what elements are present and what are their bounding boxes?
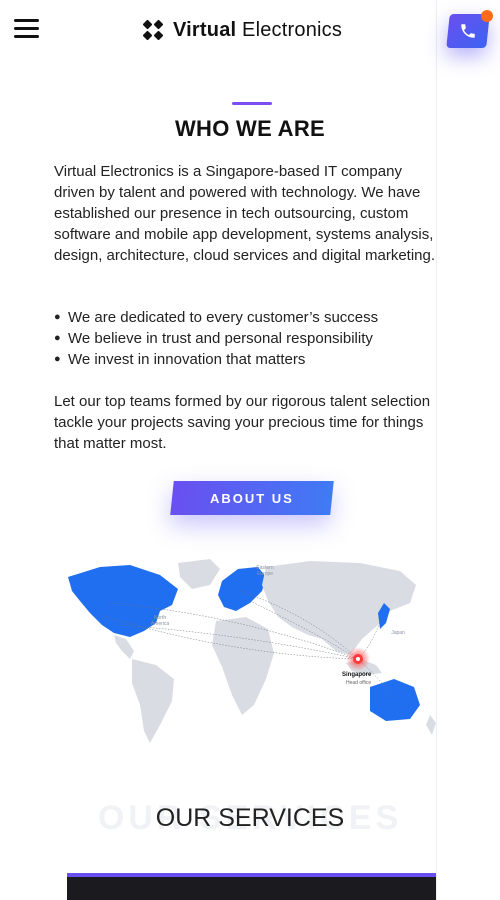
world-map xyxy=(68,559,436,743)
about-us-button-label: ABOUT US xyxy=(210,490,294,506)
region-label: North America xyxy=(150,615,170,627)
menu-line xyxy=(14,19,39,22)
region-label: Eastern Europe xyxy=(256,565,274,577)
values-list: We are dedicated to every customer’s suc… xyxy=(54,307,434,370)
africa-shape xyxy=(212,617,274,715)
intro-paragraph: Virtual Electronics is a Singapore-based… xyxy=(54,163,436,264)
section-accent-line xyxy=(232,102,272,105)
notification-dot xyxy=(481,10,493,22)
phone-icon xyxy=(461,24,475,38)
hq-label: Singapore xyxy=(342,672,372,678)
list-item: We invest in innovation that matters xyxy=(54,349,434,370)
menu-line xyxy=(14,35,39,38)
about-us-button[interactable]: ABOUT US xyxy=(170,481,334,515)
list-item: We believe in trust and personal respons… xyxy=(54,328,434,349)
hq-sublabel: Head office xyxy=(346,680,372,686)
logo-icon xyxy=(142,19,164,41)
central-america-shape xyxy=(114,635,134,659)
greenland-shape xyxy=(178,559,220,589)
australia-shape xyxy=(370,679,420,721)
services-title: OUR SERVICES xyxy=(155,804,345,832)
brand-name-light: Electronics xyxy=(242,18,343,41)
south-america-shape xyxy=(132,659,174,743)
brand-name: Virtual Electronics xyxy=(173,19,342,42)
brand-logo[interactable]: Virtual Electronics xyxy=(142,16,342,44)
closing-paragraph: Let our top teams formed by our rigorous… xyxy=(54,393,431,452)
asia-shape xyxy=(262,561,416,655)
services-panel xyxy=(67,873,436,900)
region-label: Japan xyxy=(391,630,405,636)
section-title: WHO WE ARE xyxy=(174,116,326,141)
list-item: We are dedicated to every customer’s suc… xyxy=(54,307,434,328)
brand-name-bold: Virtual xyxy=(173,18,237,41)
hamburger-menu-icon[interactable] xyxy=(14,19,39,39)
new-zealand-shape xyxy=(426,715,436,735)
menu-line xyxy=(14,27,39,30)
